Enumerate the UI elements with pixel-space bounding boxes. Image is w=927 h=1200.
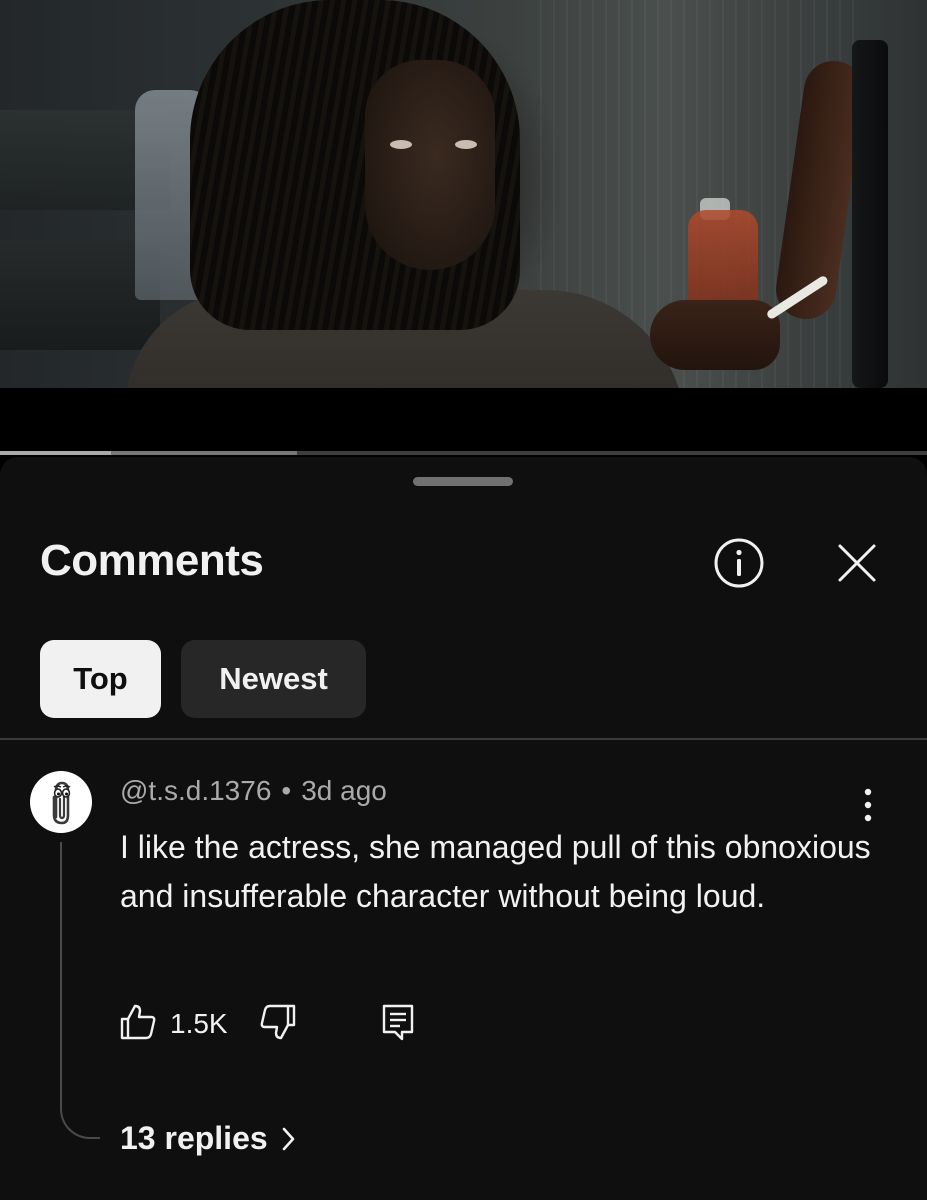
thumbs-up-icon <box>120 1004 156 1040</box>
reply-button[interactable] <box>380 1002 416 1042</box>
info-button[interactable] <box>711 535 767 591</box>
avatar[interactable] <box>30 771 92 833</box>
close-button[interactable] <box>829 535 885 591</box>
reply-thread-line <box>60 842 100 1139</box>
video-scene-hand <box>650 300 780 370</box>
video-scene-person-face <box>365 60 495 270</box>
divider <box>0 738 927 740</box>
thumbs-down-icon <box>260 1004 296 1040</box>
view-replies-link[interactable]: 13 replies <box>120 1120 296 1157</box>
video-frame[interactable] <box>0 0 927 388</box>
comment-time: 3d ago <box>301 775 387 806</box>
reply-comment-icon <box>382 1004 414 1041</box>
close-x-icon <box>838 544 876 582</box>
like-button[interactable] <box>118 1002 158 1042</box>
video-scene-bar <box>852 40 888 388</box>
filter-chip-top[interactable]: Top <box>40 640 161 718</box>
video-progress-bar[interactable] <box>0 451 927 455</box>
meta-separator: • <box>281 775 292 806</box>
chevron-right-icon <box>282 1127 294 1150</box>
more-vertical-icon <box>864 788 872 822</box>
comment-text: I like the actress, she managed pull of … <box>120 829 871 914</box>
video-scene-eye-left <box>390 140 412 149</box>
comment-meta: @t.s.d.1376 • 3d ago <box>120 775 387 807</box>
sheet-drag-handle[interactable] <box>413 477 513 486</box>
comment-author[interactable]: @t.s.d.1376 <box>120 775 271 806</box>
filter-chip-newest[interactable]: Newest <box>181 640 366 718</box>
replies-count-label: 13 replies <box>120 1120 268 1156</box>
video-scene-eye-right <box>455 140 477 149</box>
paperclip-avatar-icon <box>52 781 71 825</box>
like-count: 1.5K <box>170 1008 228 1039</box>
comments-title: Comments <box>40 536 264 585</box>
video-player[interactable] <box>0 0 927 452</box>
dislike-button[interactable] <box>258 1002 298 1042</box>
info-circle-icon <box>714 538 764 588</box>
comments-sheet: Comments Top Newest @t.s.d.1376 • 3d ago… <box>0 457 927 1200</box>
video-played-bar <box>0 451 112 455</box>
